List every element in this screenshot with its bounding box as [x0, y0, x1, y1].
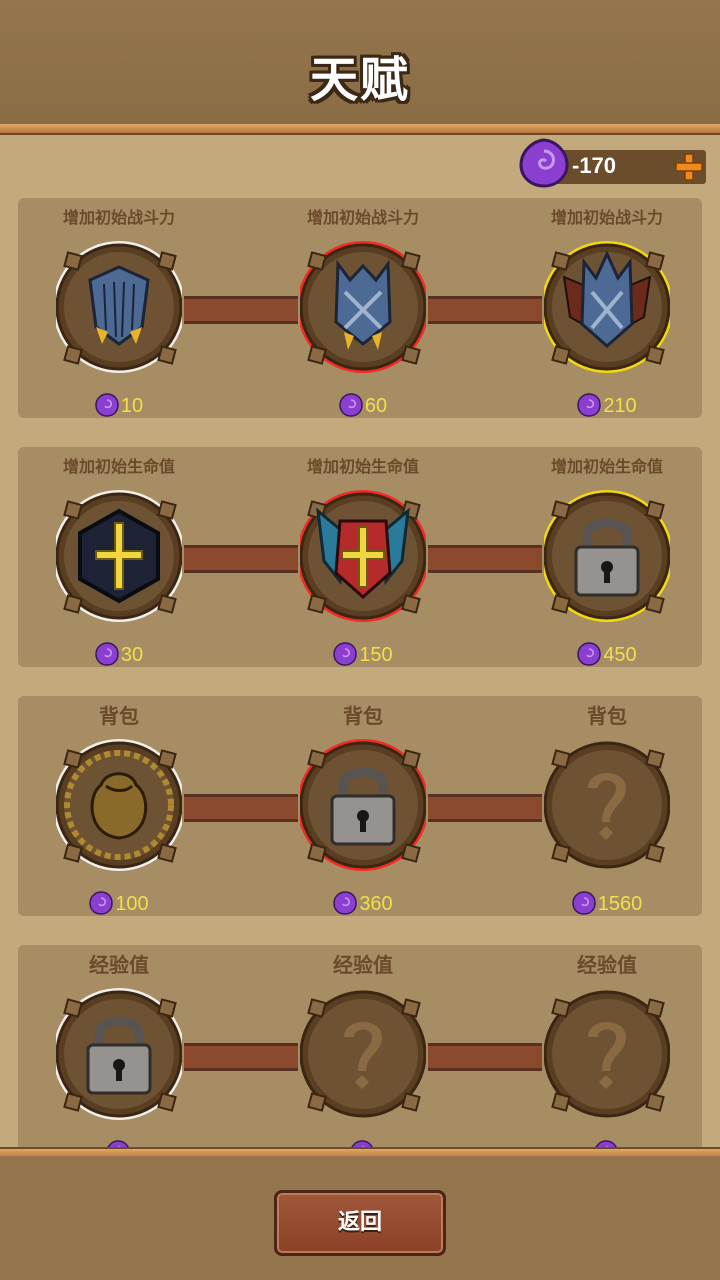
purple-gem-icon — [333, 642, 358, 666]
talent-row: 增加初始生命值 30 增加初始生命值 150 增加初始生命值 450 — [18, 447, 702, 667]
talent-cost: 150 — [278, 642, 448, 667]
talent-label: 增加初始生命值 — [306, 457, 419, 476]
talent-cost — [34, 1140, 204, 1147]
purple-gem-icon — [519, 138, 569, 188]
shield-icon — [56, 241, 182, 373]
talent-cost-value: 30 — [120, 644, 144, 666]
purple-gem-icon — [95, 642, 119, 666]
talent-node[interactable]: 增加初始生命值 30 — [34, 447, 204, 667]
talent-row: 增加初始战斗力 10 增加初始战斗力 60 增加初始战斗力 210 — [18, 198, 702, 418]
plus-icon[interactable] — [674, 152, 704, 182]
talent-node[interactable]: 增加初始战斗力 10 — [34, 198, 204, 418]
question-mark-icon — [544, 741, 670, 869]
talent-cost — [522, 1140, 692, 1147]
question-mark-icon — [300, 990, 426, 1118]
talent-cost: 10 — [34, 393, 204, 418]
talent-cost-value: 100 — [115, 893, 149, 915]
winged-shield-icon — [544, 241, 670, 373]
purple-gem-icon — [595, 1140, 617, 1147]
talent-node[interactable]: 经验值 — [522, 945, 692, 1147]
talent-cost-value: 210 — [603, 395, 637, 417]
talent-cost-value: 10 — [120, 395, 144, 417]
purple-gem-icon — [577, 393, 602, 417]
sack-icon — [56, 739, 182, 871]
talent-node[interactable]: 背包 1560 — [522, 696, 692, 916]
talent-node[interactable]: 增加初始战斗力 60 — [278, 198, 448, 418]
talent-cost: 60 — [278, 393, 448, 418]
talent-label: 经验值 — [89, 953, 149, 977]
talent-node[interactable]: 增加初始生命值 150 — [278, 447, 448, 667]
talent-cost: 210 — [522, 393, 692, 418]
purple-gem-icon — [577, 642, 602, 666]
winged-cross-icon — [300, 490, 426, 622]
lock-icon — [56, 988, 182, 1120]
talent-cost: 30 — [34, 642, 204, 667]
purple-gem-icon — [89, 891, 114, 915]
talent-cost: 450 — [522, 642, 692, 667]
talent-node[interactable]: 增加初始战斗力 210 — [522, 198, 692, 418]
talent-cost: 1560 — [522, 891, 692, 916]
talent-label: 增加初始战斗力 — [306, 208, 419, 227]
currency-amount: -170 — [572, 153, 617, 178]
talent-label: 背包 — [99, 704, 139, 728]
talent-cost-value: 360 — [359, 893, 393, 915]
purple-gem-icon — [571, 891, 596, 915]
talent-node[interactable]: 背包 100 — [34, 696, 204, 916]
lock-icon — [544, 490, 670, 622]
talent-label: 增加初始战斗力 — [550, 208, 663, 227]
talent-label: 经验值 — [333, 953, 393, 977]
question-mark-icon — [544, 990, 670, 1118]
page-title: 天赋 — [309, 52, 410, 108]
purple-gem-icon — [333, 891, 358, 915]
talent-cost: 100 — [34, 891, 204, 916]
purple-gem-icon — [339, 393, 363, 417]
talent-node[interactable]: 经验值 — [34, 945, 204, 1147]
talent-cost-value: 450 — [603, 644, 637, 666]
spiked-shield-icon — [300, 241, 426, 373]
talent-cost-value: 150 — [359, 644, 393, 666]
talent-cost-value: 1560 — [597, 893, 643, 915]
header-divider — [0, 124, 720, 135]
talent-cost — [278, 1140, 448, 1147]
talent-label: 经验值 — [577, 953, 637, 977]
talent-label: 增加初始生命值 — [550, 457, 663, 476]
purple-gem-icon — [95, 393, 119, 417]
talent-cost: 360 — [278, 891, 448, 916]
lock-icon — [300, 739, 426, 871]
purple-gem-icon — [107, 1140, 129, 1147]
purple-gem-icon — [351, 1140, 373, 1147]
cross-emblem-icon — [56, 490, 182, 622]
talent-node[interactable]: 增加初始生命值 450 — [522, 447, 692, 667]
talent-label: 背包 — [587, 704, 627, 728]
talent-label: 增加初始战斗力 — [62, 208, 175, 227]
talent-row: 经验值 经验值 经验值 — [18, 945, 702, 1147]
talent-list[interactable]: 增加初始战斗力 10 增加初始战斗力 60 增加初始战斗力 210 增加初始生命值 3… — [0, 190, 720, 1147]
talent-node[interactable]: 经验值 — [278, 945, 448, 1147]
talent-label: 增加初始生命值 — [62, 457, 175, 476]
talent-label: 背包 — [343, 704, 383, 728]
back-button[interactable]: 返回 — [274, 1190, 446, 1256]
talent-cost-value: 60 — [364, 395, 388, 417]
talent-node[interactable]: 背包 360 — [278, 696, 448, 916]
talent-row: 背包 100 背包 360 背包 1560 — [18, 696, 702, 916]
